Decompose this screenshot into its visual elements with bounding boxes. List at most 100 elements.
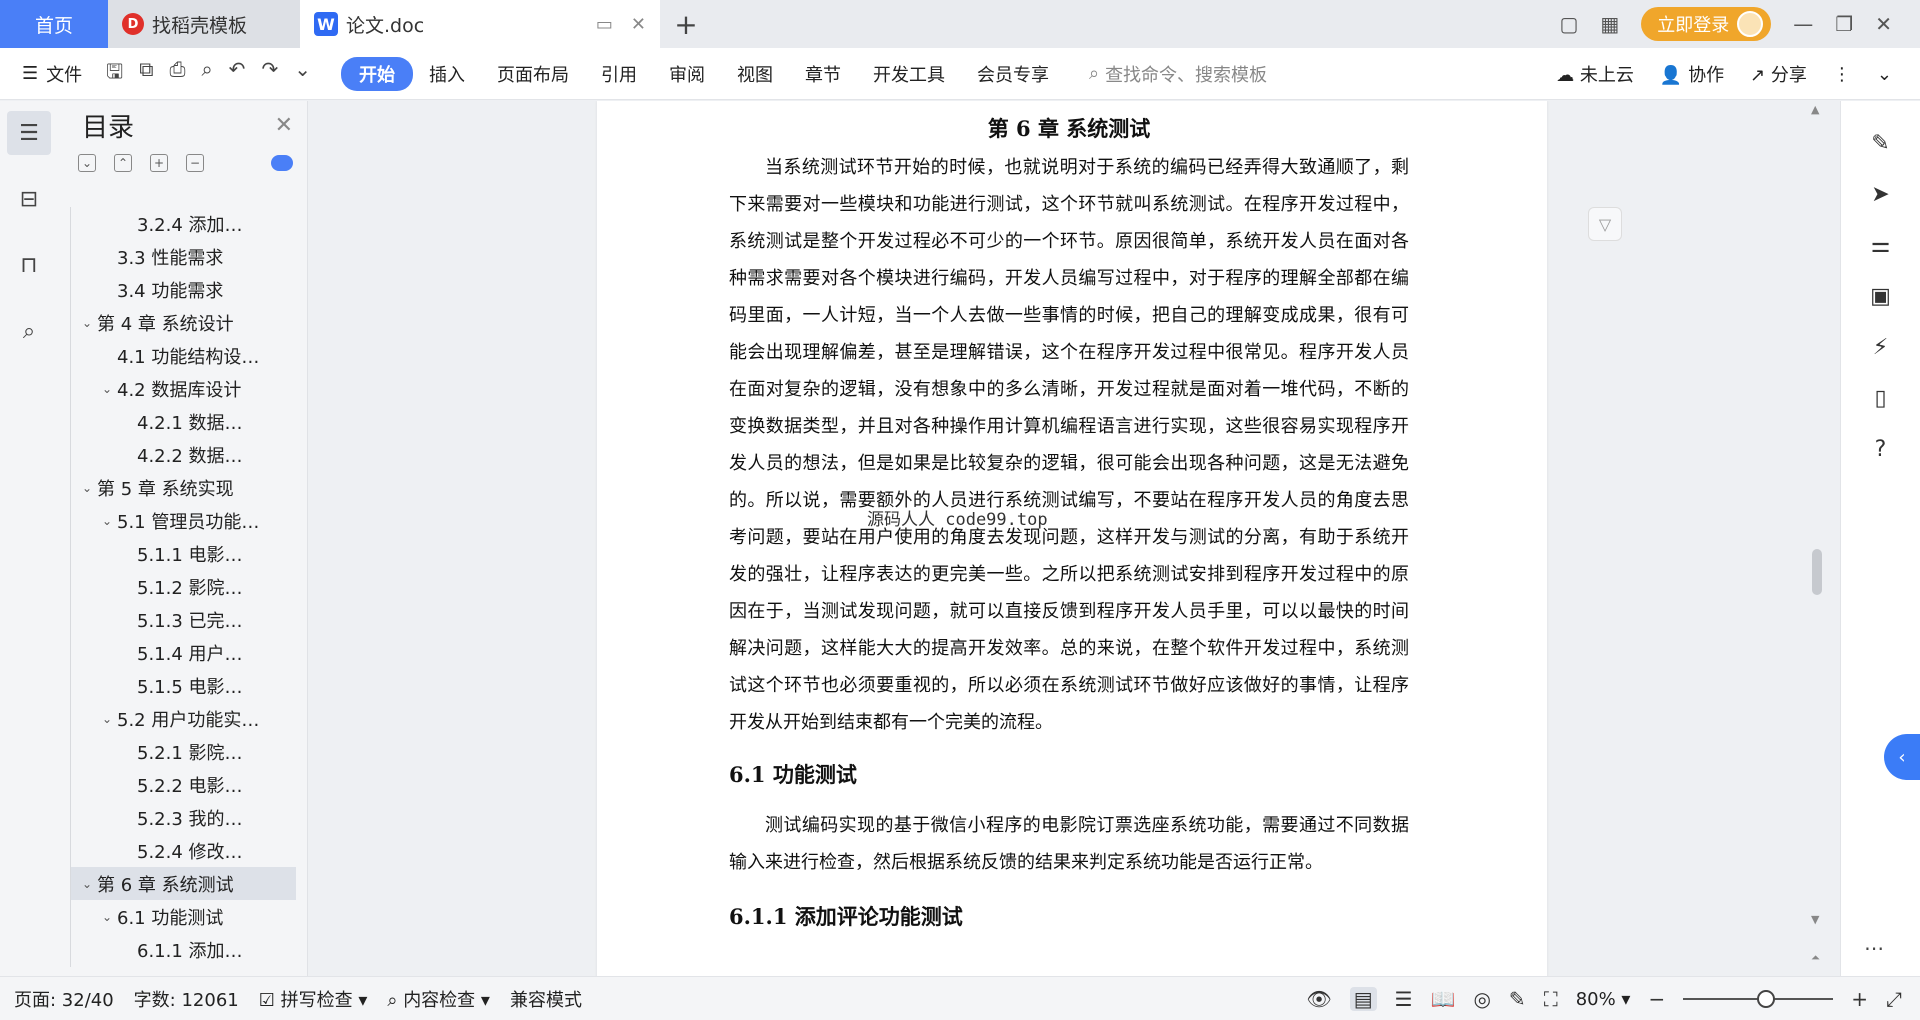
tab-document[interactable]: W 论文.doc ▭ ✕ — [300, 0, 660, 48]
tab-view[interactable]: 视图 — [721, 57, 789, 91]
chevron-down-icon[interactable]: ⌄ — [97, 910, 117, 924]
collapse-all-icon[interactable]: ⌄ — [78, 154, 96, 172]
toc-item[interactable]: 6.1.1 添加… — [71, 933, 296, 966]
print-icon[interactable]: ⎙ — [169, 57, 185, 91]
page-counter[interactable]: 页面: 32/40 — [14, 986, 114, 1012]
add-heading-icon[interactable]: + — [150, 154, 168, 172]
grid-apps-icon[interactable]: ▦ — [1600, 12, 1619, 36]
eye-protection-icon[interactable]: 👁 — [1306, 987, 1331, 1011]
restore-icon[interactable]: ❐ — [1835, 12, 1853, 36]
paragraph[interactable]: 当系统测试环节开始的时候，也就说明对于系统的编码已经弄得大致通顺了，剩下来需要对… — [729, 149, 1409, 741]
tab-review[interactable]: 审阅 — [653, 57, 721, 91]
chevron-down-icon[interactable]: ⌄ — [97, 514, 117, 528]
scroll-prev-page-icon[interactable]: ⏶ — [1811, 951, 1820, 965]
toc-item[interactable]: 5.2.1 影院… — [71, 735, 296, 768]
ai-toc-icon[interactable] — [271, 155, 293, 171]
toc-item[interactable]: 5.2.4 修改… — [71, 834, 296, 867]
toc-item[interactable]: 5.2.2 电影… — [71, 768, 296, 801]
toc-item[interactable]: 3.3 性能需求 — [71, 240, 296, 273]
toc-panel-icon[interactable]: ☰ — [7, 111, 51, 155]
more-icon[interactable]: ⋮ — [1833, 64, 1851, 85]
document-scrollbar[interactable]: ▲ ▼ ⏶ — [1810, 101, 1824, 976]
more-options-icon[interactable]: ⋯ — [1864, 936, 1884, 960]
web-view-icon[interactable]: ◎ — [1473, 987, 1490, 1011]
toc-item[interactable]: 4.1 功能结构设… — [71, 339, 296, 372]
zoom-level[interactable]: 80% ▾ — [1576, 989, 1631, 1010]
spell-check-button[interactable]: ☑ 拼写检查 ▾ — [259, 986, 368, 1012]
document-body[interactable]: 第 6 章 系统测试 当系统测试环节开始的时候，也就说明对于系统的编码已经弄得大… — [729, 109, 1409, 949]
close-tab-icon[interactable]: ✕ — [631, 14, 646, 35]
toc-item[interactable]: 5.2.3 我的… — [71, 801, 296, 834]
chevron-down-icon[interactable]: ⌄ — [77, 877, 97, 891]
zoom-slider[interactable] — [1683, 990, 1834, 1008]
image-tool-icon[interactable]: ▣ — [1870, 284, 1891, 309]
tab-page-layout[interactable]: 页面布局 — [481, 57, 585, 91]
write-mode-icon[interactable]: ✎ — [1509, 987, 1526, 1011]
undo-icon[interactable]: ↶ — [229, 57, 246, 91]
toc-item[interactable]: ⌄ 5.1 管理员功能… — [71, 504, 296, 537]
share-button[interactable]: ↗ 分享 — [1750, 61, 1807, 87]
bookmark-icon[interactable]: ⊓ — [7, 243, 51, 287]
reading-mode-icon[interactable]: ▢ — [1559, 12, 1578, 36]
remove-heading-icon[interactable]: − — [186, 154, 204, 172]
scroll-up-icon[interactable]: ▲ — [1811, 103, 1819, 116]
toc-item[interactable]: ⌄ 第 4 章 系统设计 — [71, 306, 296, 339]
file-menu[interactable]: ☰ 文件 — [0, 61, 96, 87]
cursor-icon[interactable]: ➤ — [1871, 182, 1889, 207]
chevron-down-icon[interactable]: ⌄ — [294, 57, 311, 91]
toc-item[interactable]: 5.1.2 影院… — [71, 570, 296, 603]
toc-item[interactable]: ⌄ 4.2 数据库设计 — [71, 372, 296, 405]
collapse-ribbon-icon[interactable]: ⌄ — [1877, 64, 1892, 85]
chevron-down-icon[interactable]: ⌄ — [97, 382, 117, 396]
print-preview-icon[interactable]: ⌕ — [201, 57, 212, 91]
filter-icon[interactable]: ▽ — [1588, 207, 1622, 241]
toc-item[interactable]: 4.2.2 数据… — [71, 438, 296, 471]
toc-item[interactable]: 5.1.4 用户… — [71, 636, 296, 669]
reading-view-icon[interactable]: 📖 — [1431, 987, 1456, 1011]
toc-item[interactable]: 5.1.3 已完… — [71, 603, 296, 636]
tab-home[interactable]: 首页 — [0, 0, 108, 48]
tab-member[interactable]: 会员专享 — [961, 57, 1065, 91]
lightning-icon[interactable]: ⚡ — [1873, 335, 1888, 360]
monitor-icon[interactable]: ▭ — [596, 14, 613, 35]
tab-chapter[interactable]: 章节 — [789, 57, 857, 91]
save-icon[interactable]: 🖫 — [106, 57, 123, 91]
close-window-icon[interactable]: ✕ — [1875, 12, 1892, 36]
tab-start[interactable]: 开始 — [340, 56, 413, 91]
navigation-icon[interactable]: ⊟ — [7, 177, 51, 221]
toc-item[interactable]: ⌄ 第 5 章 系统实现 — [71, 471, 296, 504]
find-icon[interactable]: ⌕ — [7, 309, 51, 353]
close-icon[interactable]: ✕ — [275, 113, 293, 138]
new-tab-button[interactable]: + — [660, 0, 712, 48]
outline-view-icon[interactable]: ☰ — [1395, 987, 1413, 1011]
tab-straw-template[interactable]: D 找稻壳模板 — [108, 0, 300, 48]
toc-item[interactable]: 3.2.4 添加… — [71, 207, 296, 240]
zoom-slider-knob[interactable] — [1756, 990, 1775, 1008]
help-icon[interactable]: ? — [1875, 437, 1887, 462]
login-button[interactable]: 立即登录 — [1641, 7, 1772, 41]
word-count[interactable]: 字数: 12061 — [134, 986, 239, 1012]
cloud-status[interactable]: ☁ 未上云 — [1556, 61, 1634, 87]
chevron-down-icon[interactable]: ⌄ — [97, 712, 117, 726]
content-check-button[interactable]: ⌕ 内容检查 ▾ — [387, 986, 490, 1012]
document-page[interactable]: 第 6 章 系统测试 当系统测试环节开始的时候，也就说明对于系统的编码已经弄得大… — [597, 101, 1547, 976]
chevron-down-icon[interactable]: ⌄ — [77, 481, 97, 495]
toc-item[interactable]: ⌄ 第 6 章 系统测试 — [71, 867, 296, 900]
section-heading[interactable]: 6.1 功能测试 — [729, 743, 1409, 807]
toc-item[interactable]: 5.1.5 电影… — [71, 669, 296, 702]
tab-developer[interactable]: 开发工具 — [857, 57, 961, 91]
sliders-icon[interactable]: ⚌ — [1871, 233, 1891, 258]
paragraph[interactable]: 测试编码实现的基于微信小程序的电影院订票选座系统功能，需要通过不同数据输入来进行… — [729, 807, 1409, 881]
pen-icon[interactable]: ✎ — [1871, 131, 1889, 156]
scroll-thumb[interactable] — [1812, 549, 1822, 595]
subsection-heading[interactable]: 6.1.1 添加评论功能测试 — [729, 885, 1409, 949]
fit-page-icon[interactable]: ⛶ — [1544, 987, 1558, 1011]
zoom-in-icon[interactable]: + — [1851, 987, 1868, 1011]
tab-insert[interactable]: 插入 — [413, 57, 481, 91]
toc-item[interactable]: 4.2.1 数据… — [71, 405, 296, 438]
command-search[interactable]: ⌕ 查找命令、搜索模板 — [1089, 61, 1267, 87]
scroll-down-icon[interactable]: ▼ — [1811, 913, 1819, 926]
chapter-heading[interactable]: 第 6 章 系统测试 — [729, 109, 1409, 149]
redo-icon[interactable]: ↷ — [261, 57, 278, 91]
minimize-icon[interactable]: — — [1793, 12, 1813, 36]
